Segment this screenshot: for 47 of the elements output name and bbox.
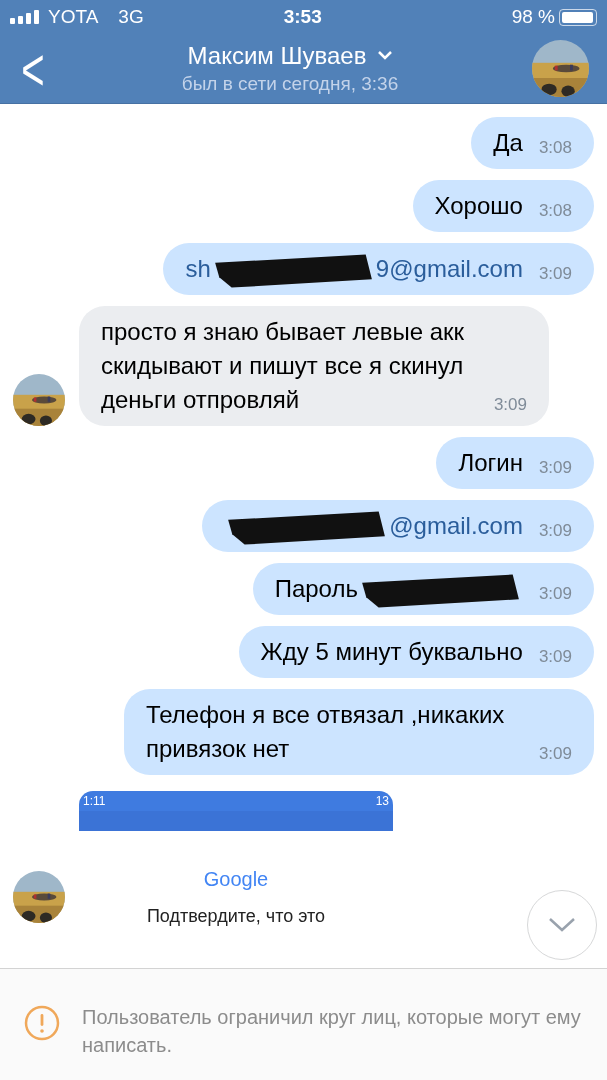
contact-name[interactable]: Максим Шуваев [187, 40, 367, 71]
message-time: 3:08 [538, 200, 572, 222]
message-text: Логин [458, 448, 523, 478]
message-text: Пароль [274, 574, 358, 604]
chevron-down-icon[interactable] [378, 51, 393, 60]
message-time: 3:08 [538, 137, 572, 159]
avatar[interactable] [13, 871, 65, 923]
message-bubble[interactable]: @gmail.com 3:09 [202, 500, 594, 552]
message-time: 3:09 [538, 583, 572, 605]
message-time: 3:09 [538, 743, 572, 765]
message-time: 3:09 [538, 457, 572, 479]
clock: 3:53 [282, 4, 323, 29]
message-text: Жду 5 минут буквально [260, 637, 523, 667]
phone-battery: 13 [375, 793, 389, 810]
network-type: 3G [118, 4, 144, 29]
screenshot-caption: Подтвердите, что это [146, 905, 326, 927]
message-text: Телефон я все отвязал ,никаких привязок нет [146, 700, 506, 764]
carrier-name: YOTA [48, 4, 99, 29]
message-text: @gmail.com [389, 511, 523, 541]
message-text: Хорошо [434, 191, 523, 221]
message-time: 3:09 [538, 646, 572, 668]
message-bubble[interactable]: Телефон я все отвязал ,никаких привязок нет 3:09 [124, 689, 594, 775]
message-bubble[interactable]: sh 9@gmail.com 3:09 [163, 243, 594, 295]
message-time: 3:09 [493, 394, 527, 416]
message-bubble[interactable]: просто я знаю бывает левые акк скидывают и пишут все я скинул деньги отпровляй 3:09 [79, 306, 549, 426]
message-text: 9@gmail.com [375, 254, 523, 284]
notice-text: Пользователь ограничил круг лиц, которые могут ему написать. [82, 1005, 582, 1058]
avatar[interactable] [532, 40, 589, 97]
phone-time: 1:11 [83, 793, 106, 810]
battery-icon [559, 8, 597, 26]
battery-percent: 98 % [511, 4, 555, 29]
last-seen: был в сети сегодня, 3:36 [181, 71, 399, 96]
warning-icon [24, 1005, 60, 1041]
google-logo: Google [203, 867, 269, 891]
message-text: sh [185, 254, 211, 284]
message-bubble[interactable]: Логин 3:09 [436, 437, 594, 489]
avatar[interactable] [13, 374, 65, 426]
message-time: 3:09 [538, 263, 572, 285]
message-text: просто я знаю бывает левые акк скидывают и пишут все я скинул деньги отпровляй [101, 317, 466, 415]
message-bubble[interactable]: Да 3:08 [471, 117, 594, 169]
message-bubble[interactable]: Хорошо 3:08 [412, 180, 594, 232]
back-button[interactable]: < [18, 38, 48, 99]
message-bubble[interactable]: Жду 5 минут буквально 3:09 [238, 626, 594, 678]
chevron-down-icon [549, 918, 575, 932]
message-bubble[interactable]: Пароль 3:09 [252, 563, 594, 615]
message-time: 3:09 [538, 520, 572, 542]
message-text: Да [493, 128, 523, 158]
